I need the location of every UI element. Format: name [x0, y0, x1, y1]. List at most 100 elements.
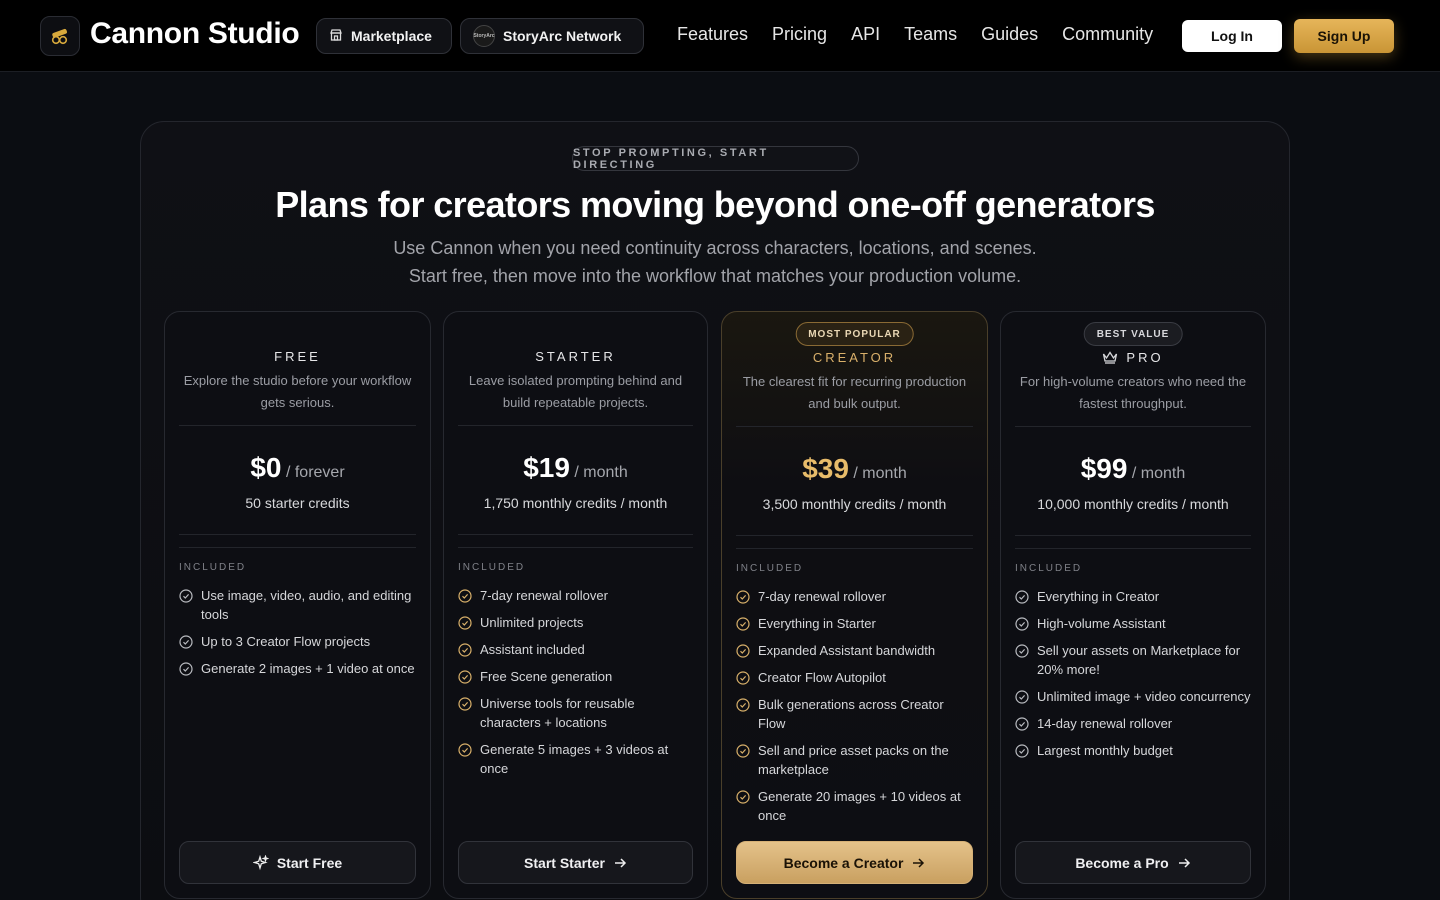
check-circle-icon [458, 616, 472, 630]
top-navigation-bar: Cannon Studio Marketplace StoryArc Story… [0, 0, 1440, 72]
plan-name: CREATOR [812, 350, 897, 365]
included-label: INCLUDED [736, 563, 804, 574]
divider [179, 534, 416, 535]
feature-list: 7-day renewal rollover Everything in Sta… [736, 587, 973, 833]
sparkle-icon [252, 854, 269, 870]
divider [1015, 535, 1251, 536]
check-circle-icon [736, 671, 750, 685]
brand-name[interactable]: Cannon Studio [90, 17, 300, 51]
plan-name-row: PRO [1001, 350, 1265, 365]
check-circle-icon [1015, 617, 1029, 631]
plan-name: FREE [274, 349, 321, 364]
feature-item: Assistant included [458, 640, 693, 659]
feature-item: Everything in Starter [736, 614, 973, 633]
check-circle-icon [1015, 690, 1029, 704]
page-subtitle-line-2: Start free, then move into the workflow … [408, 266, 1022, 286]
arrow-right-icon [1178, 857, 1190, 868]
feature-item: 14-day renewal rollover [1015, 714, 1251, 733]
storyarc-network-button[interactable]: StoryArc StoryArc Network [460, 18, 644, 54]
cannon-logo-icon[interactable] [40, 16, 80, 56]
feature-item: Up to 3 Creator Flow projects [179, 632, 416, 651]
feature-item: Largest monthly budget [1015, 741, 1251, 760]
plan-name: PRO [1126, 350, 1164, 365]
login-button[interactable]: Log In [1182, 20, 1282, 52]
feature-item: Creator Flow Autopilot [736, 668, 973, 687]
marketplace-button[interactable]: Marketplace [316, 18, 452, 54]
divider [736, 535, 973, 536]
signup-button[interactable]: Sign Up [1294, 19, 1394, 53]
feature-item: Sell your assets on Marketplace for 20% … [1015, 641, 1251, 679]
nav-teams[interactable]: Teams [904, 24, 957, 45]
price-period: / forever [285, 464, 345, 481]
plan-card-free: FREE Explore the studio before your work… [164, 311, 431, 899]
plan-card-creator: MOST POPULAR CREATOR The clearest fit fo… [721, 311, 988, 899]
plan-description: Explore the studio before your workflow … [183, 373, 412, 410]
check-circle-icon [736, 644, 750, 658]
nav-community[interactable]: Community [1062, 24, 1153, 45]
check-circle-icon [1015, 590, 1029, 604]
plan-price: $19 / month [444, 452, 707, 484]
feature-item: Use image, video, audio, and editing too… [179, 586, 416, 624]
divider [1015, 426, 1251, 427]
plan-credits: 10,000 monthly credits / month [1037, 496, 1229, 512]
main-nav: Features Pricing API Teams Guides Commun… [677, 24, 1153, 45]
check-circle-icon [736, 698, 750, 712]
included-label: INCLUDED [1015, 563, 1083, 574]
feature-list: Use image, video, audio, and editing too… [179, 586, 416, 686]
crown-icon [1103, 351, 1118, 364]
become-pro-button[interactable]: Become a Pro [1015, 841, 1251, 884]
feature-item: Generate 2 images + 1 video at once [179, 659, 416, 678]
plan-description: For high-volume creators who need the fa… [1019, 374, 1247, 411]
nav-pricing[interactable]: Pricing [772, 24, 827, 45]
check-circle-icon [179, 662, 193, 676]
divider [179, 425, 416, 426]
price-period: / month [574, 464, 628, 481]
price-period: / month [1131, 465, 1186, 482]
feature-item: Sell and price asset packs on the market… [736, 741, 973, 779]
check-circle-icon [458, 643, 472, 657]
check-circle-icon [736, 790, 750, 804]
check-circle-icon [736, 617, 750, 631]
plan-price: $99 / month [1001, 453, 1265, 485]
most-popular-badge: MOST POPULAR [795, 322, 914, 346]
check-circle-icon [1015, 717, 1029, 731]
divider [458, 534, 693, 535]
plan-description: The clearest fit for recurring productio… [742, 374, 967, 411]
check-circle-icon [736, 744, 750, 758]
check-circle-icon [1015, 644, 1029, 658]
page-subtitle-line-1: Use Cannon when you need continuity acro… [393, 238, 1037, 258]
divider [1015, 548, 1251, 549]
check-circle-icon [179, 589, 193, 603]
check-circle-icon [736, 590, 750, 604]
check-circle-icon [179, 635, 193, 649]
divider [179, 547, 416, 548]
nav-features[interactable]: Features [677, 24, 748, 45]
feature-item: 7-day renewal rollover [458, 586, 693, 605]
feature-item: Generate 20 images + 10 videos at once [736, 787, 973, 825]
feature-item: Generate 5 images + 3 videos at once [458, 740, 693, 778]
price-amount: $19 [523, 452, 570, 483]
plan-description: Leave isolated prompting behind and buil… [468, 373, 683, 410]
price-period: / month [853, 465, 907, 482]
nav-guides[interactable]: Guides [981, 24, 1038, 45]
check-circle-icon [458, 589, 472, 603]
arrow-right-icon [913, 857, 925, 868]
feature-item: Free Scene generation [458, 667, 693, 686]
start-free-button[interactable]: Start Free [179, 841, 416, 884]
plan-name: STARTER [535, 349, 616, 364]
start-starter-button[interactable]: Start Starter [458, 841, 693, 884]
plan-credits: 50 starter credits [245, 495, 350, 511]
eyebrow-tag: STOP PROMPTING, START DIRECTING [572, 146, 859, 171]
become-creator-button[interactable]: Become a Creator [736, 841, 973, 884]
divider [736, 548, 973, 549]
feature-list: Everything in Creator High-volume Assist… [1015, 587, 1251, 768]
marketplace-label: Marketplace [351, 28, 432, 44]
page-title: Plans for creators moving beyond one-off… [275, 184, 1155, 225]
storyarc-logo-icon: StoryArc [473, 25, 495, 47]
nav-api[interactable]: API [851, 24, 880, 45]
feature-item: 7-day renewal rollover [736, 587, 973, 606]
check-circle-icon [1015, 744, 1029, 758]
divider [736, 426, 973, 427]
check-circle-icon [458, 670, 472, 684]
plan-price: $0 / forever [165, 452, 430, 484]
